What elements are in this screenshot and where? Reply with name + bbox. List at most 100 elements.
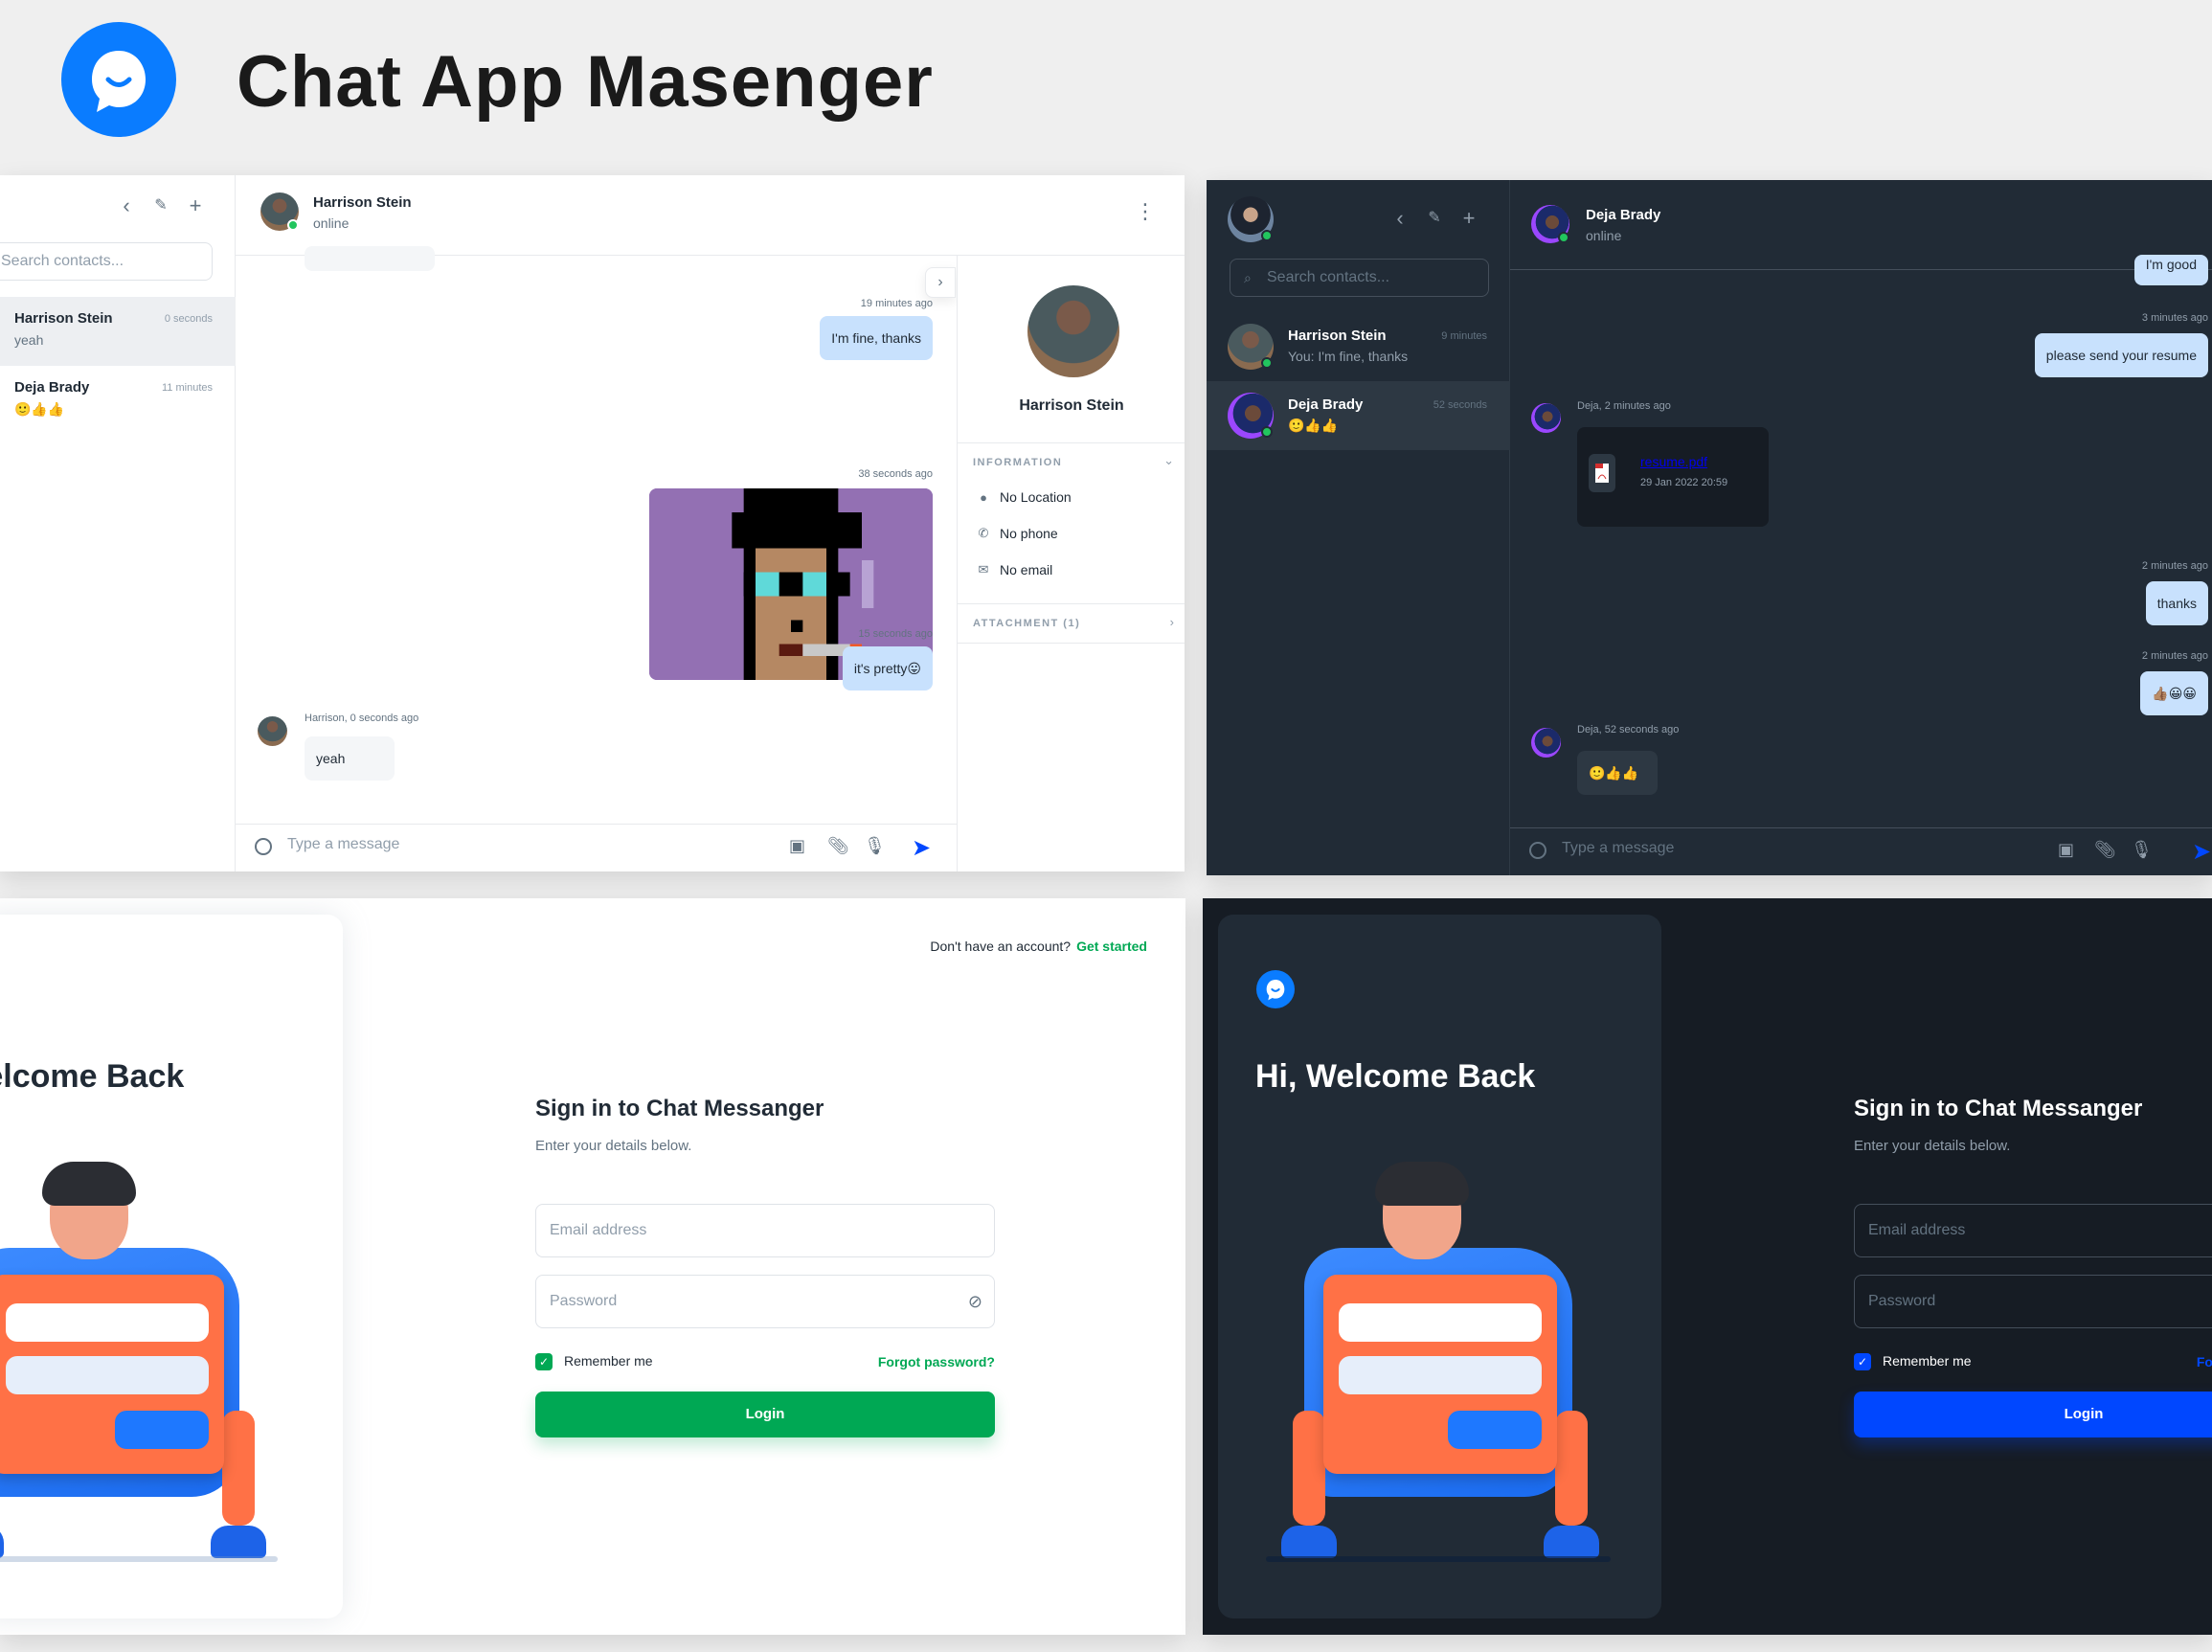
info-row-location: ● No Location [977, 489, 1072, 505]
send-icon[interactable]: ➤ [912, 834, 931, 862]
send-icon[interactable]: ➤ [2192, 838, 2211, 866]
chevron-left-icon[interactable]: ‹ [1388, 207, 1411, 230]
app-logo [61, 22, 176, 137]
paperclip-icon[interactable]: 📎︎ [827, 836, 849, 856]
message-bubble: I'm fine, thanks [820, 316, 933, 360]
forgot-password-link[interactable]: Forgot password? [878, 1354, 995, 1369]
online-indicator [1261, 230, 1273, 241]
attachment-section[interactable]: ATTACHMENT (1) › [958, 603, 1185, 644]
message-bubble: 🙂👍👍 [1577, 751, 1658, 795]
emoji-icon[interactable] [1529, 842, 1546, 859]
dark-login-page: Hi, Welcome Back Sign in to Chat Messang… [1203, 898, 2212, 1635]
password-field[interactable]: Password ⊘ [1854, 1275, 2212, 1328]
microphone-icon[interactable]: 🎙︎ [2131, 840, 2153, 860]
message-meta: Deja, 52 seconds ago [1577, 724, 1680, 735]
toggle-info-panel-button[interactable]: › [925, 267, 956, 298]
message-bubble: it's pretty😛 [842, 646, 933, 690]
conversation-status: online [313, 215, 350, 231]
info-row-phone: ✆ No phone [977, 526, 1058, 541]
message-bubble: yeah [305, 736, 395, 781]
chat-bubble-smile-icon [1266, 980, 1285, 1001]
pencil-icon[interactable]: ✎ [149, 194, 172, 217]
plus-icon[interactable]: + [1457, 207, 1480, 230]
contact-name: Harrison Stein [1288, 328, 1387, 344]
pdf-file-icon [1589, 454, 1615, 492]
email-field[interactable]: Email address [535, 1204, 995, 1257]
avatar [1531, 403, 1561, 433]
add-image-icon[interactable]: ▣ [789, 836, 805, 856]
message-meta: Deja, 2 minutes ago [1577, 400, 1671, 412]
file-name-link[interactable]: resume.pdf [1640, 454, 1707, 469]
contact-preview: 🙂👍👍 [1288, 418, 1339, 433]
light-chat-window: ‹ ✎ + Search contacts... Harrison Stein … [0, 175, 1185, 871]
contact-preview: 🙂👍👍 [14, 401, 65, 417]
login-illustration [1266, 1162, 1611, 1583]
remember-me-checkbox[interactable]: ✓ [535, 1353, 553, 1371]
form-subtitle: Enter your details below. [535, 1138, 692, 1154]
contact-preview: You: I'm fine, thanks [1288, 349, 1409, 364]
conversation-header: Deja Brady online [1510, 180, 2212, 270]
search-contacts-input[interactable]: ⌕ Search contacts... [1230, 259, 1489, 297]
login-button[interactable]: Login [535, 1392, 995, 1438]
emoji-icon[interactable] [255, 838, 272, 855]
remember-me-checkbox[interactable]: ✓ [1854, 1353, 1871, 1371]
contact-time: 11 minutes [162, 382, 213, 394]
page-title: Chat App Masenger [237, 41, 934, 123]
file-attachment[interactable]: resume.pdf 29 Jan 2022 20:59 [1577, 427, 1769, 527]
pencil-icon[interactable]: ✎ [1423, 207, 1446, 230]
file-date: 29 Jan 2022 20:59 [1640, 477, 1728, 488]
app-logo [1256, 970, 1295, 1008]
forgot-password-link[interactable]: Forgot password? [2197, 1354, 2212, 1369]
information-title[interactable]: INFORMATION [973, 457, 1062, 468]
message-time: 15 seconds ago [858, 628, 933, 640]
paperclip-icon[interactable]: 📎︎ [2094, 840, 2116, 860]
plus-icon[interactable]: + [184, 194, 207, 217]
login-button[interactable]: Login [1854, 1392, 2212, 1438]
contact-time: 0 seconds [164, 313, 213, 325]
contact-item[interactable]: Harrison Stein yeah 0 seconds [0, 297, 236, 366]
welcome-heading: Hi, Welcome Back [1255, 1058, 1536, 1095]
conversation-name: Deja Brady [1586, 207, 1661, 223]
message-bubble [305, 246, 435, 271]
search-contacts-input[interactable]: Search contacts... [0, 242, 213, 281]
contact-info-panel: Harrison Stein INFORMATION ⌄ ● No Locati… [957, 256, 1185, 871]
dark-chat-window: ‹ ✎ + ⌕ Search contacts... Harrison Stei… [1207, 180, 2212, 875]
info-row-email: ✉ No email [977, 562, 1053, 577]
email-field[interactable]: Email address [1854, 1204, 2212, 1257]
location-pin-icon: ● [980, 489, 987, 505]
password-placeholder: Password [550, 1293, 618, 1309]
conversation-name: Harrison Stein [313, 194, 412, 211]
message-input[interactable]: Type a message [287, 836, 399, 853]
contact-item[interactable]: Harrison Stein You: I'm fine, thanks 9 m… [1207, 312, 1510, 381]
more-options-icon[interactable]: ⋮ [1135, 201, 1156, 222]
online-indicator [287, 219, 299, 231]
online-indicator [1261, 357, 1273, 369]
message-bubble: 👍🏽😀😀 [2140, 671, 2208, 715]
message-composer: Type a message ▣ 📎︎ 🎙︎ ➤ [1510, 827, 2212, 875]
contact-name: Deja Brady [1288, 396, 1364, 413]
contact-time: 9 minutes [1441, 330, 1487, 342]
message-input[interactable]: Type a message [1562, 840, 1674, 857]
message-meta: Harrison, 0 seconds ago [305, 713, 419, 724]
message-time: 38 seconds ago [858, 468, 933, 480]
eye-off-icon[interactable]: ⊘ [968, 1276, 982, 1327]
login-illustration [0, 1162, 278, 1583]
chevron-left-icon[interactable]: ‹ [115, 194, 138, 217]
get-started-link[interactable]: Get started [1076, 939, 1147, 954]
contact-item[interactable]: Deja Brady 🙂👍👍 52 seconds [1207, 381, 1510, 450]
contact-item[interactable]: Deja Brady 🙂👍👍 11 minutes [0, 366, 236, 435]
form-options-row: ✓ Remember me Forgot password? [1854, 1353, 2212, 1371]
mail-icon: ✉ [978, 562, 989, 577]
conversation-status: online [1586, 228, 1622, 243]
search-placeholder: Search contacts... [1267, 269, 1390, 285]
microphone-icon[interactable]: 🎙︎ [864, 836, 886, 856]
contact-info-name: Harrison Stein [1019, 397, 1124, 414]
avatar [258, 716, 287, 746]
avatar [1027, 285, 1119, 377]
message-time: 3 minutes ago [2141, 312, 2208, 324]
password-field[interactable]: Password ⊘ [535, 1275, 995, 1328]
chevron-down-icon[interactable]: ⌄ [1163, 453, 1174, 468]
message-composer: Type a message ▣ 📎︎ 🎙︎ ➤ [236, 824, 957, 871]
welcome-heading: Hi, Welcome Back [0, 1058, 185, 1095]
add-image-icon[interactable]: ▣ [2058, 840, 2074, 860]
